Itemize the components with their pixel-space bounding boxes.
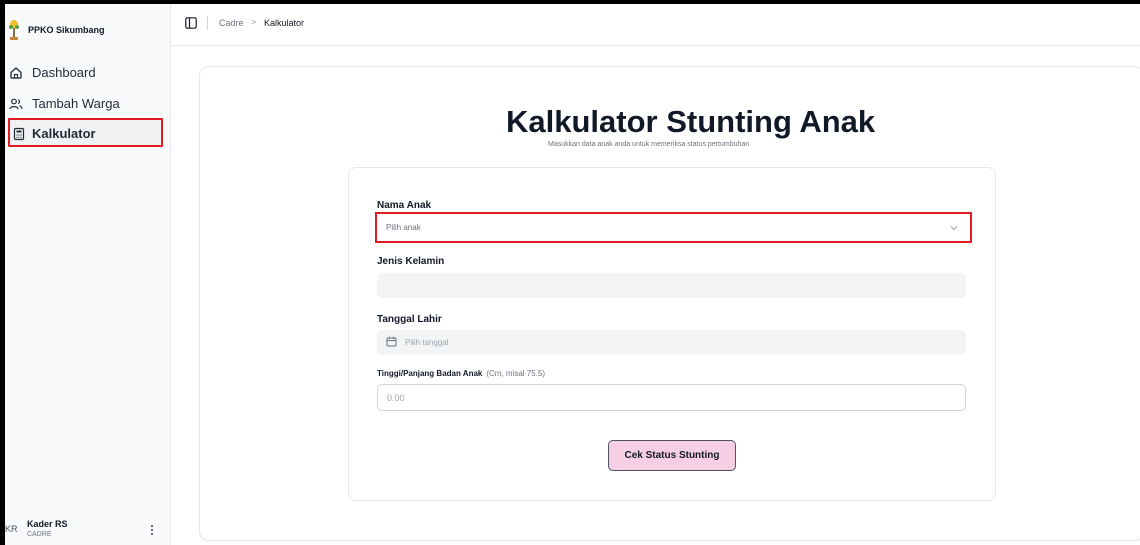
birthdate-label: Tanggal Lahir [377,314,442,325]
sidebar-item-tambah-warga[interactable]: Tambah Warga [5,89,165,119]
page-title: Kalkulator Stunting Anak [506,104,876,139]
sidebar-item-label: Kalkulator [32,126,96,141]
birthdate-field: Pilih tanggal [377,330,966,355]
home-icon [10,67,22,79]
users-icon [9,98,23,110]
divider [207,16,208,30]
breadcrumb-item-cadre[interactable]: Cadre [219,18,244,28]
height-label-text: Tinggi/Panjang Badan Anak [377,369,483,378]
top-bar: Cadre > Kalkulator [171,4,1140,46]
user-role: CADRE [27,531,52,538]
avatar: KR [5,524,18,534]
sidebar-item-dashboard[interactable]: Dashboard [5,58,165,88]
more-vertical-icon[interactable] [149,524,155,536]
child-select[interactable]: Pilih anak [375,212,972,243]
brand[interactable]: PPKO Sikumbang [5,14,171,44]
breadcrumb-separator: > [251,17,257,27]
height-input[interactable] [377,384,966,411]
child-name-label: Nama Anak [377,200,432,211]
calculator-icon [13,127,25,141]
height-hint: (Cm, misal 75.5) [486,369,546,378]
sidebar-item-label: Dashboard [32,65,96,80]
breadcrumb-item-kalkulator: Kalkulator [264,18,305,28]
gender-field [377,273,966,298]
user-menu[interactable]: KR Kader RS CADRE [5,516,171,542]
check-stunting-button[interactable]: Cek Status Stunting [608,440,736,471]
child-select-placeholder: Pilih anak [386,223,421,232]
height-label: Tinggi/Panjang Badan Anak (Cm, misal 75.5… [377,369,545,378]
gender-label: Jenis Kelamin [377,256,445,267]
chevron-down-icon [950,226,958,231]
user-name: Kader RS [27,519,68,529]
brand-name: PPKO Sikumbang [28,25,105,35]
sidebar-item-kalkulator[interactable]: Kalkulator [8,118,163,147]
birthdate-placeholder: Pilih tanggal [405,338,449,347]
sidebar-item-label: Tambah Warga [32,96,120,111]
logo-icon [9,20,19,40]
sidebar: PPKO Sikumbang Dashboard Tambah Warga Ka… [5,4,171,545]
calendar-icon [386,336,397,347]
sidebar-toggle-icon[interactable] [185,17,197,29]
page-subtitle: Masukkan data anak anda untuk memeriksa … [548,141,750,148]
